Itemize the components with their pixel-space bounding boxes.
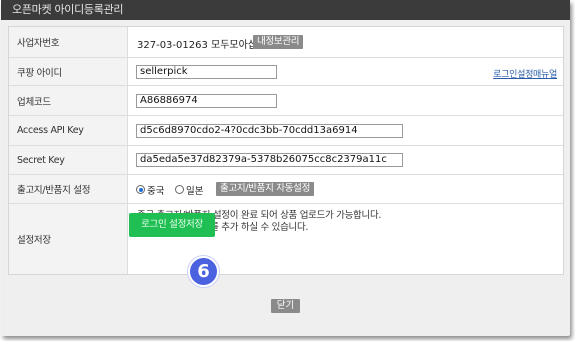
business-number-label: 사업자번호 <box>9 27 128 57</box>
secret-key-input[interactable]: da5eda5e37d82379a-5378b26075cc8c2379a11c <box>136 153 403 167</box>
row-access-key: Access API Key d5c6d8970cdo2-4?0cdc3bb-7… <box>9 116 563 146</box>
my-info-button[interactable]: 내정보관리 <box>253 35 304 49</box>
dialog-window: 오픈마켓 아이디등록관리 사업자번호 327-03-01263 모두모아샵 내정… <box>1 0 570 336</box>
close-button[interactable]: 닫기 <box>271 299 300 313</box>
coupang-id-label: 쿠팡 아이디 <box>9 58 128 85</box>
radio-china-label: 중국 <box>147 186 165 197</box>
dialog-title: 오픈마켓 아이디등록관리 <box>1 0 570 20</box>
login-manual-link[interactable]: 로그인설정매뉴얼 <box>493 67 557 80</box>
row-save: 설정저장 중국 출고지/반품지 설정이 완료 되어 상품 업로드가 가능합니다.… <box>9 204 563 274</box>
vendor-code-label: 업체코드 <box>9 86 128 115</box>
shipping-label: 출고지/반품지 설정 <box>9 175 128 203</box>
radio-japan-label: 일본 <box>186 186 204 197</box>
radio-china[interactable] <box>136 185 145 194</box>
coupang-id-input[interactable]: sellerpick <box>136 65 277 79</box>
row-business-number: 사업자번호 327-03-01263 모두모아샵 내정보관리 <box>9 27 563 58</box>
vendor-code-input[interactable]: A86886974 <box>136 94 277 108</box>
access-key-label: Access API Key <box>9 116 128 145</box>
radio-japan[interactable] <box>175 185 184 194</box>
save-label: 설정저장 <box>9 204 128 274</box>
row-vendor-code: 업체코드 A86886974 <box>9 86 563 116</box>
row-coupang-id: 쿠팡 아이디 sellerpick 로그인설정매뉴얼 <box>9 58 563 86</box>
auto-shipping-button[interactable]: 출고지/반품지 자동설정 <box>216 182 315 196</box>
access-key-input[interactable]: d5c6d8970cdo2-4?0cdc3bb-70cdd13a6914 <box>136 124 403 138</box>
row-shipping: 출고지/반품지 설정 중국 일본 출고지/반품지 자동설정 <box>9 175 563 204</box>
business-number-value: 327-03-01263 모두모아샵 <box>137 40 258 51</box>
login-save-button[interactable]: 로그인 설정저장 <box>129 213 215 237</box>
secret-key-label: Secret Key <box>9 146 128 174</box>
settings-form: 사업자번호 327-03-01263 모두모아샵 내정보관리 쿠팡 아이디 se… <box>8 26 564 275</box>
row-secret-key: Secret Key da5eda5e37d82379a-5378b26075c… <box>9 146 563 175</box>
step-number-badge: 6 <box>188 256 219 287</box>
